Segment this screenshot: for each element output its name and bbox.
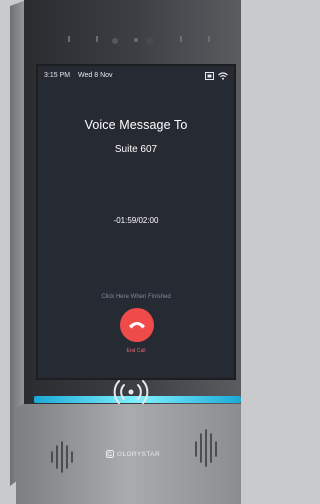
brand-logo: GLORYSTAR [106,450,160,458]
brand-name: GLORYSTAR [117,450,161,458]
call-recipient: Suite 607 [114,144,158,155]
end-call-label: End Call [126,348,146,354]
brand-mark-icon [106,450,114,458]
phone-hangup-icon [129,322,145,329]
intercom-device: 3:15 PM Wed 8 Nov Voice Message To Suite… [10,0,241,504]
end-call-button[interactable] [120,308,154,342]
touch-screen[interactable]: 3:15 PM Wed 8 Nov Voice Message To Suite… [38,66,234,378]
ethernet-icon [205,72,214,80]
status-date: Wed 8 Nov [78,72,113,79]
call-timer: -01:59/02:00 [113,216,159,225]
status-bar: 3:15 PM Wed 8 Nov [44,72,228,84]
call-title: Voice Message To [84,118,188,132]
finish-hint[interactable]: Click Here When Finished [38,294,234,300]
status-time: 3:15 PM [44,72,71,79]
wifi-icon [218,72,228,80]
